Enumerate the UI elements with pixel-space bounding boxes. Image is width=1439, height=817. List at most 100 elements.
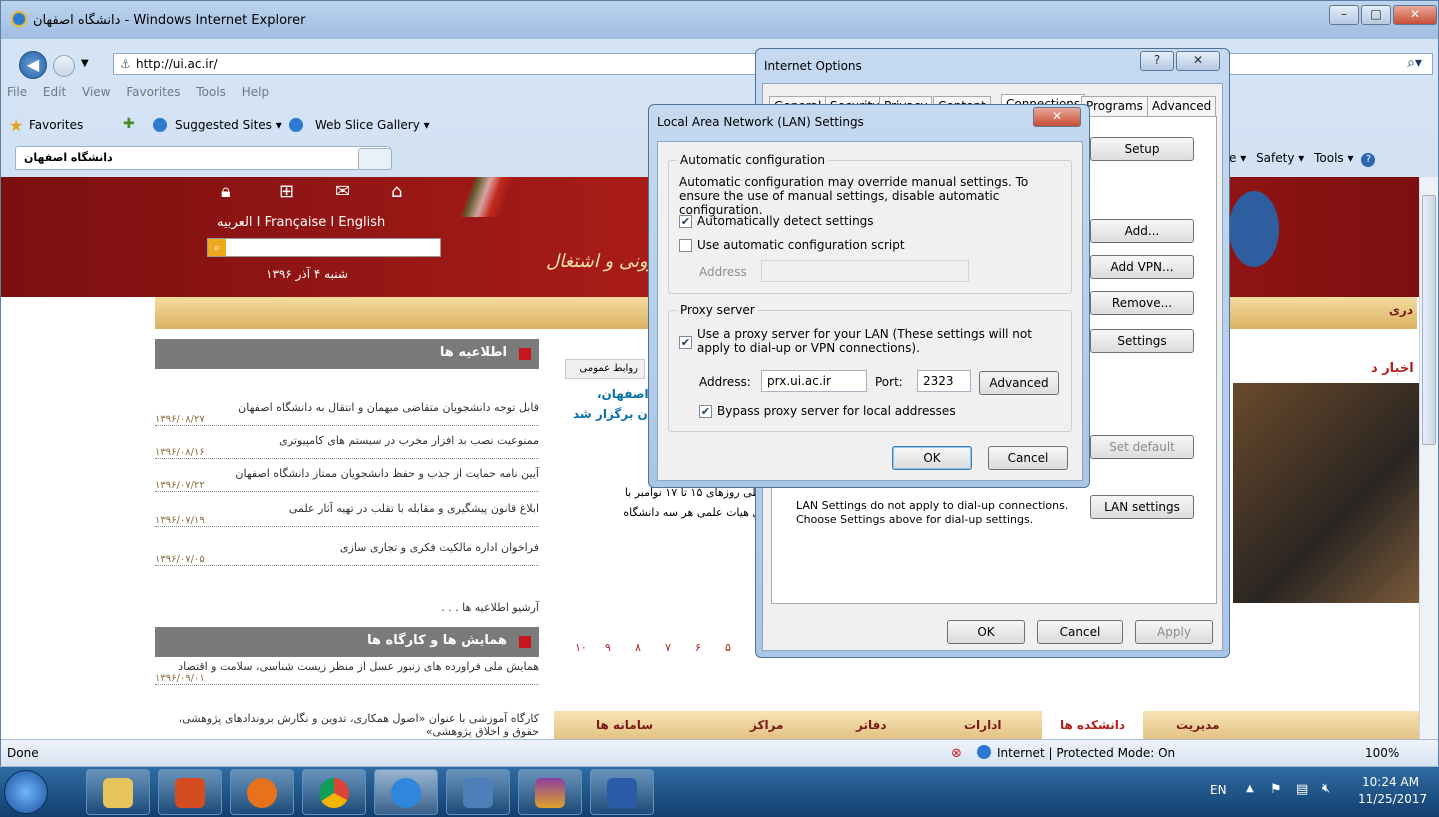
favorites-button[interactable]: Favorites [29,118,83,132]
set-default-button[interactable]: Set default [1090,435,1194,459]
page-menu[interactable]: e ▾ [1229,151,1246,165]
page-link[interactable]: ۹ [605,641,611,654]
use-script-label[interactable]: Use automatic configuration script [697,238,905,252]
site-search-input[interactable]: ⌕ [207,238,441,257]
advanced-button[interactable]: Advanced [979,371,1059,395]
sitemap-icon[interactable]: ⊞ [279,181,294,202]
site-search-icon[interactable]: ⌕ [208,239,226,256]
script-address-input[interactable] [761,260,969,282]
tab-advanced[interactable]: Advanced [1147,96,1217,116]
menu-file[interactable]: File [7,85,27,99]
page-link[interactable]: ۶ [695,641,701,654]
suggested-sites-link[interactable]: Suggested Sites ▾ [175,118,282,132]
search-icon[interactable]: ⌕▾ [1407,55,1422,71]
cancel-button[interactable]: Cancel [1037,620,1123,644]
volume-muted-icon[interactable]: 🔇︎ [1322,781,1330,796]
center-headline-2[interactable]: ان برگزار شد [573,407,652,421]
news-item[interactable]: ممنوعیت نصب بد افزار مخرب در سیستم های ک… [155,434,539,459]
nav-centers[interactable]: مراکز [750,718,783,732]
nav-departments[interactable]: ادارات [964,718,1001,732]
clock-time[interactable]: 10:24 AM [1362,775,1419,789]
menu-view[interactable]: View [82,85,110,99]
menu-tools[interactable]: Tools [196,85,226,99]
browser-tab[interactable]: دانشگاه اصفهان [15,146,391,170]
port-input[interactable]: 2323 [917,370,971,392]
web-slice-link[interactable]: Web Slice Gallery ▾ [315,118,430,132]
add-vpn-button[interactable]: Add VPN... [1090,255,1194,279]
news-item[interactable]: ابلاغ قانون پیشگیری و مقابله با تقلب در … [155,502,539,527]
winrar-taskbar-button[interactable] [518,769,582,815]
help-icon[interactable]: ? [1361,153,1376,167]
chrome-taskbar-button[interactable] [302,769,366,815]
close-button[interactable]: ✕ [1176,51,1220,71]
event-item[interactable]: همایش ملی فراورده های زنبور عسل از منظر … [155,660,539,685]
explorer-taskbar-button[interactable] [86,769,150,815]
ok-button[interactable]: OK [892,446,972,470]
language-indicator[interactable]: EN [1210,783,1227,797]
nav-offices[interactable]: دفاتر [856,718,887,732]
center-headline-1[interactable]: اصفهان، [597,387,649,401]
use-proxy-checkbox[interactable]: ✔ [679,336,692,349]
home-icon[interactable]: ⌂ [391,181,402,202]
menu-favorites[interactable]: Favorites [126,85,180,99]
news-item[interactable]: قابل توجه دانشجویان متقاضی میهمان و انتق… [155,401,539,426]
news-item[interactable]: آیین نامه حمایت از جذب و حفظ دانشجویان م… [155,467,539,492]
scroll-thumb[interactable] [1422,195,1436,445]
word-taskbar-button[interactable] [590,769,654,815]
lan-settings-button[interactable]: LAN settings [1090,495,1194,519]
ie-taskbar-button[interactable] [374,769,438,815]
close-button[interactable]: ✕ [1393,5,1437,25]
mail-icon[interactable]: ✉ [335,181,350,202]
nav-systems[interactable]: سامانه ها [596,718,653,732]
use-script-checkbox[interactable] [679,239,692,252]
ok-button[interactable]: OK [947,620,1025,644]
maximize-button[interactable]: □ [1361,5,1391,25]
proxy-address-input[interactable]: prx.ui.ac.ir [761,370,867,392]
use-proxy-label[interactable]: Use a proxy server for your LAN (These s… [697,327,1067,355]
zoom-level[interactable]: 100% [1365,746,1399,760]
firefox-taskbar-button[interactable] [230,769,294,815]
history-dropdown-icon[interactable]: ▼ [81,58,89,69]
cancel-button[interactable]: Cancel [988,446,1068,470]
news-archive-link[interactable]: آرشیو اطلاعیه ها . . . [155,601,539,614]
auto-detect-label[interactable]: Automatically detect settings [697,214,874,228]
bypass-label[interactable]: Bypass proxy server for local addresses [717,404,956,418]
start-button[interactable] [4,770,48,814]
page-link[interactable]: ۸ [635,641,641,654]
network-taskbar-button[interactable] [446,769,510,815]
back-button[interactable]: ◀ [19,51,47,79]
network-tray-icon[interactable]: ▤ [1296,782,1308,797]
setup-button[interactable]: Setup [1090,137,1194,161]
office-taskbar-button[interactable] [158,769,222,815]
menu-edit[interactable]: Edit [43,85,66,99]
page-link[interactable]: ۱۰ [575,641,587,654]
language-links[interactable]: العربیه I Française I English [217,215,385,230]
page-link[interactable]: ۵ [725,641,731,654]
new-tab-button[interactable] [358,148,392,170]
add-favorite-icon[interactable]: ✚ [123,116,135,132]
tools-menu[interactable]: Tools ▾ [1314,151,1353,165]
news-item[interactable]: فراخوان اداره مالکیت فکری و تجاری سازی ۱۳… [155,541,539,566]
bypass-checkbox[interactable]: ✔ [699,405,712,418]
auto-detect-checkbox[interactable]: ✔ [679,215,692,228]
lock-icon[interactable]: 🔒︎ [221,181,231,202]
apply-button[interactable]: Apply [1135,620,1213,644]
menu-help[interactable]: Help [242,85,269,99]
tab-programs[interactable]: Programs [1081,96,1148,116]
remove-button[interactable]: Remove... [1090,291,1194,315]
help-button[interactable]: ? [1140,51,1174,71]
settings-button[interactable]: Settings [1090,329,1194,353]
minimize-button[interactable]: – [1329,5,1359,25]
security-zone[interactable]: Internet | Protected Mode: On [997,746,1175,760]
add-button[interactable]: Add... [1090,219,1194,243]
show-hidden-icons[interactable]: ▲ [1246,783,1254,794]
vertical-scrollbar[interactable] [1419,177,1438,739]
safety-menu[interactable]: Safety ▾ [1256,151,1304,165]
forward-button[interactable] [53,55,75,77]
flag-icon[interactable]: ⚑ [1270,782,1282,797]
page-link[interactable]: ۷ [665,641,671,654]
event-item[interactable]: کارگاه آموزشی با عنوان «اصول همکاری، تدو… [155,712,539,738]
nav-management[interactable]: مدیریت [1176,718,1220,732]
clock-date[interactable]: 11/25/2017 [1358,792,1427,806]
nav-faculties[interactable]: دانشکده ها [1042,711,1143,739]
